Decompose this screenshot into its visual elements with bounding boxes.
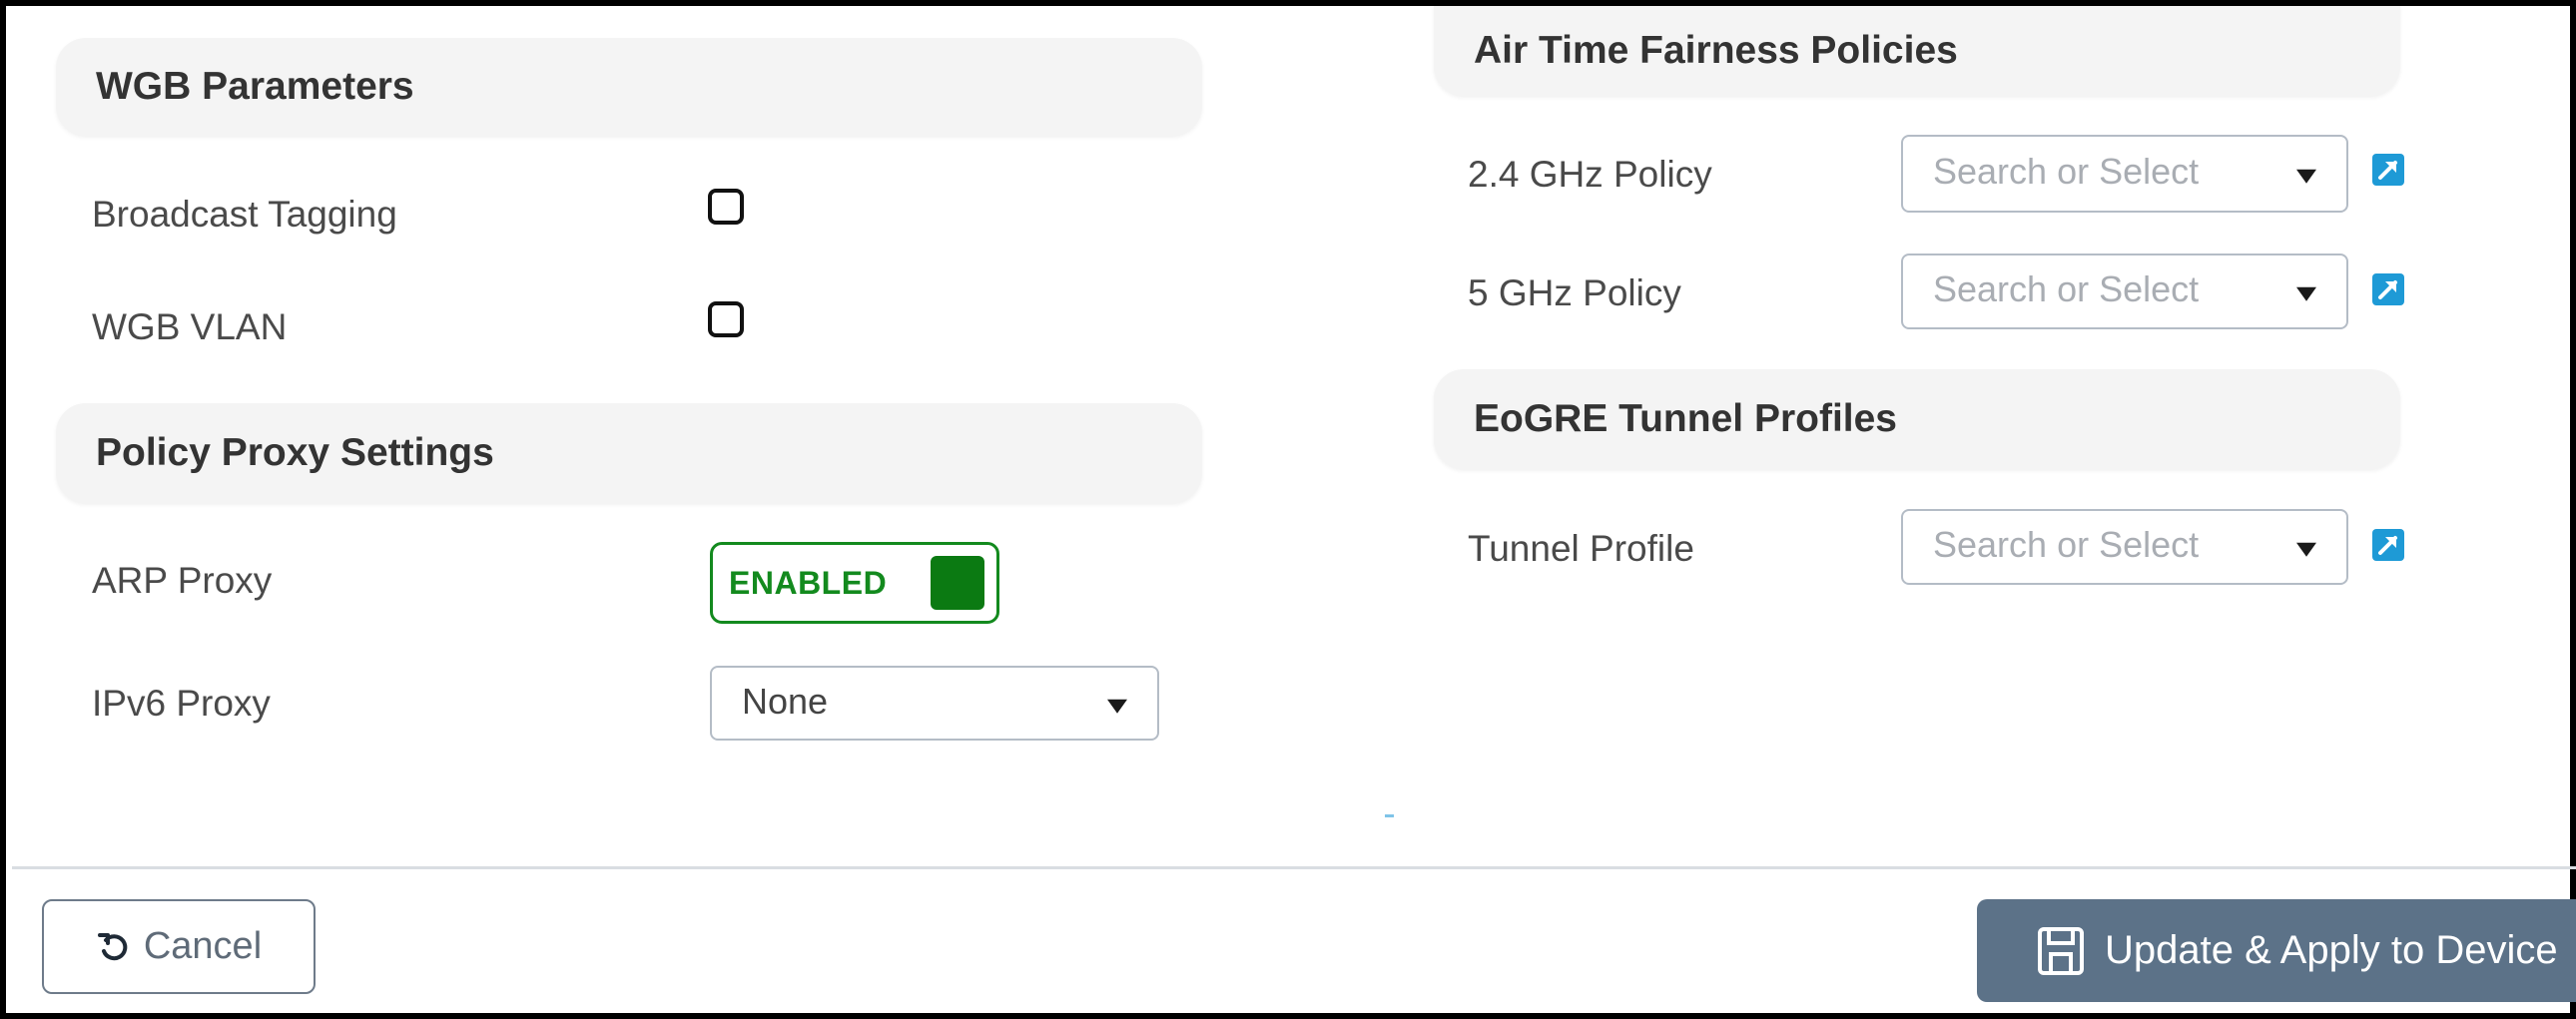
policy-edit-panel: WGB Parameters Broadcast Tagging WGB VLA… (0, 0, 2576, 1019)
chevron-down-icon (2296, 286, 2316, 301)
tunnel-profile-select[interactable]: Search or Select (1901, 509, 2348, 585)
tunnel-profile-label: Tunnel Profile (1468, 528, 1694, 569)
wgb-vlan-checkbox[interactable] (708, 301, 744, 337)
cancel-button[interactable]: Cancel (42, 899, 316, 994)
policy-5ghz-label: 5 GHz Policy (1468, 272, 1681, 313)
update-apply-label: Update & Apply to Device (2105, 928, 2558, 972)
decorative-dash (1385, 814, 1394, 817)
save-icon (2038, 926, 2084, 975)
external-link-icon[interactable] (2372, 529, 2404, 561)
policy-proxy-settings-header: Policy Proxy Settings (56, 403, 1202, 503)
ipv6-proxy-value: None (742, 680, 829, 722)
air-time-fairness-header: Air Time Fairness Policies (1434, 6, 2400, 96)
wgb-parameters-header: WGB Parameters (56, 38, 1202, 136)
chevron-down-icon (1107, 699, 1127, 714)
policy-proxy-settings-title: Policy Proxy Settings (96, 431, 494, 474)
arp-proxy-label: ARP Proxy (92, 560, 273, 601)
policy-24ghz-label: 2.4 GHz Policy (1468, 154, 1712, 195)
wgb-parameters-title: WGB Parameters (96, 65, 414, 108)
policy-5ghz-select[interactable]: Search or Select (1901, 254, 2348, 329)
footer-divider (12, 866, 2576, 869)
chevron-down-icon (2296, 169, 2316, 184)
external-link-icon[interactable] (2372, 154, 2404, 186)
ipv6-proxy-label: IPv6 Proxy (92, 683, 271, 724)
policy-24ghz-select[interactable]: Search or Select (1901, 135, 2348, 213)
external-link-icon[interactable] (2372, 273, 2404, 305)
policy-24ghz-placeholder: Search or Select (1933, 150, 2200, 192)
tunnel-profile-placeholder: Search or Select (1933, 523, 2200, 565)
ipv6-proxy-select[interactable]: None (710, 666, 1159, 741)
broadcast-tagging-checkbox[interactable] (708, 189, 744, 225)
cancel-label: Cancel (143, 925, 263, 967)
eogre-tunnel-profiles-header: EoGRE Tunnel Profiles (1434, 369, 2400, 469)
arp-proxy-toggle[interactable]: ENABLED (710, 542, 999, 624)
wgb-vlan-label: WGB VLAN (92, 306, 288, 347)
eogre-tunnel-profiles-title: EoGRE Tunnel Profiles (1474, 397, 1897, 440)
undo-icon (97, 932, 128, 960)
chevron-down-icon (2296, 542, 2316, 557)
air-time-fairness-title: Air Time Fairness Policies (1474, 29, 1958, 72)
arp-proxy-toggle-text: ENABLED (729, 564, 888, 601)
toggle-knob (931, 556, 984, 610)
update-apply-button[interactable]: Update & Apply to Device (1977, 899, 2576, 1002)
policy-5ghz-placeholder: Search or Select (1933, 267, 2200, 309)
broadcast-tagging-label: Broadcast Tagging (92, 194, 397, 235)
